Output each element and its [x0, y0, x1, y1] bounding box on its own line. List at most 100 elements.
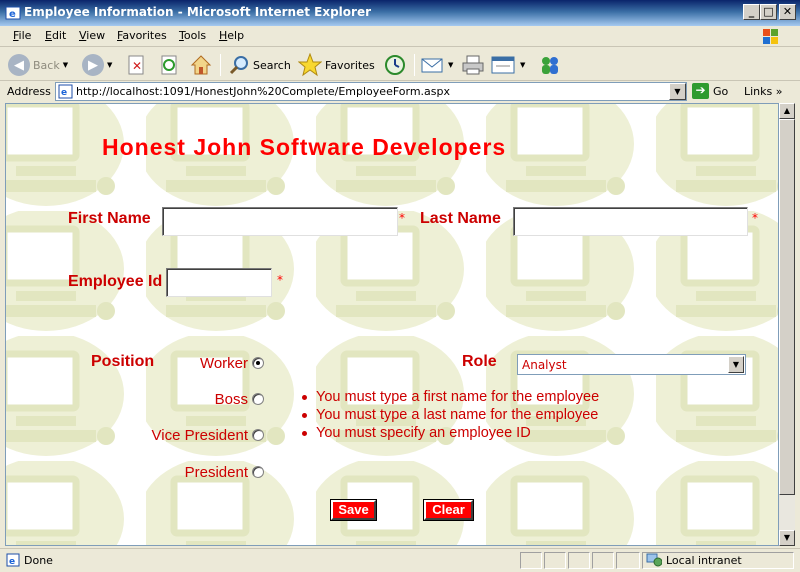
search-button[interactable]: Search — [228, 52, 291, 78]
position-option-president[interactable]: President — [156, 464, 248, 481]
svg-text:e: e — [9, 9, 16, 20]
position-option-boss[interactable]: Boss — [156, 391, 248, 408]
position-label: Position — [91, 353, 155, 370]
role-label: Role — [462, 353, 497, 370]
page-icon: e — [58, 84, 73, 99]
scroll-thumb[interactable] — [779, 119, 795, 495]
favorites-button[interactable]: Favorites — [298, 52, 375, 78]
address-dropdown-button[interactable]: ▼ — [669, 83, 686, 100]
maximize-button[interactable]: □ — [760, 4, 777, 20]
intranet-zone-icon — [646, 553, 662, 567]
back-arrow-icon: ◀ — [8, 54, 30, 76]
scroll-down-button[interactable]: ▼ — [779, 530, 795, 546]
validation-error: You must type a last name for the employ… — [299, 406, 599, 424]
menu-favorites[interactable]: Favorites — [117, 29, 167, 42]
toolbar-separator — [220, 54, 221, 76]
status-panel — [568, 552, 590, 569]
print-button[interactable] — [461, 52, 485, 78]
messenger-icon — [542, 57, 558, 74]
validation-error: You must type a first name for the emplo… — [299, 388, 599, 406]
printer-icon — [462, 55, 484, 75]
svg-text:e: e — [9, 557, 15, 567]
mail-icon — [421, 58, 443, 73]
role-select[interactable]: Analyst ▼ — [517, 354, 746, 375]
edit-button[interactable]: ▼ — [491, 52, 525, 78]
go-arrow-icon: ➔ — [692, 83, 709, 99]
history-icon — [385, 55, 405, 75]
zone-label: Local intranet — [666, 554, 742, 567]
search-icon — [229, 56, 248, 75]
status-bar: e Done Local intranet — [0, 548, 800, 572]
links-button[interactable]: Links » — [744, 85, 783, 98]
position-radio-vice-president[interactable] — [252, 429, 264, 441]
validation-error: You must specify an employee ID — [299, 424, 599, 442]
position-radio-president[interactable] — [252, 466, 264, 478]
history-button[interactable] — [384, 52, 406, 78]
employee-id-field[interactable] — [166, 268, 272, 297]
refresh-icon — [161, 55, 177, 75]
refresh-button[interactable] — [160, 52, 180, 78]
clear-button[interactable]: Clear — [423, 499, 474, 521]
mail-button[interactable]: ▼ — [421, 52, 453, 78]
status-panel — [616, 552, 640, 569]
position-radio-worker[interactable] — [252, 357, 264, 369]
toolbar-separator — [414, 54, 415, 76]
forward-arrow-icon: ▶ — [82, 54, 104, 76]
back-button[interactable]: ◀ Back ▼ — [8, 52, 68, 78]
address-label: Address — [7, 85, 51, 98]
svg-text:e: e — [61, 88, 67, 98]
address-input[interactable]: e http://localhost:1091/HonestJohn%20Com… — [55, 82, 687, 101]
chevron-down-icon: ▼ — [107, 61, 113, 69]
close-button[interactable]: ✕ — [779, 4, 796, 20]
address-bar: Address e http://localhost:1091/HonestJo… — [0, 81, 800, 103]
messenger-button[interactable] — [538, 52, 562, 78]
go-button[interactable]: ➔ Go — [692, 83, 728, 99]
first-name-label: First Name — [68, 210, 151, 227]
page-title: Honest John Software Developers — [102, 134, 507, 160]
validation-summary: You must type a first name for the emplo… — [299, 388, 599, 442]
window-title: Employee Information - Microsoft Interne… — [24, 5, 371, 19]
status-panel — [592, 552, 614, 569]
chevron-down-icon[interactable]: ▼ — [728, 356, 744, 373]
svg-text:✕: ✕ — [132, 59, 142, 73]
first-name-field[interactable] — [162, 207, 398, 236]
search-label: Search — [253, 58, 291, 72]
position-option-worker[interactable]: Worker — [156, 355, 248, 372]
position-radio-boss[interactable] — [252, 393, 264, 405]
toolbar: ◀ Back ▼ ▶ ▼ ✕ Search Favorites ▼ ▼ — [0, 48, 800, 81]
last-name-label: Last Name — [420, 210, 501, 227]
role-select-value: Analyst — [522, 358, 567, 372]
page-viewport: Honest John Software Developers First Na… — [5, 103, 779, 546]
background-pattern — [6, 104, 778, 545]
home-icon — [190, 55, 212, 75]
menu-help[interactable]: Help — [219, 29, 244, 42]
stop-icon: ✕ — [128, 55, 144, 75]
last-name-field[interactable] — [513, 207, 748, 236]
vertical-scrollbar[interactable]: ▲ ▼ — [779, 103, 795, 546]
go-label: Go — [713, 84, 729, 98]
save-button[interactable]: Save — [330, 499, 377, 521]
ie-icon: e — [5, 6, 21, 20]
star-icon — [298, 53, 322, 77]
position-option-vice-president[interactable]: Vice President — [126, 427, 248, 444]
favorites-label: Favorites — [325, 58, 375, 72]
edit-page-icon — [491, 56, 515, 74]
menu-file[interactable]: File — [13, 29, 31, 42]
menu-view[interactable]: View — [79, 29, 105, 42]
scroll-up-button[interactable]: ▲ — [779, 103, 795, 119]
address-url: http://localhost:1091/HonestJohn%20Compl… — [76, 85, 450, 98]
chevron-down-icon: ▼ — [448, 61, 454, 69]
employee-id-label: Employee Id — [68, 273, 163, 290]
status-panel — [544, 552, 566, 569]
last-name-required-marker: * — [752, 211, 758, 225]
chevron-down-icon: ▼ — [62, 61, 69, 69]
first-name-required-marker: * — [399, 211, 405, 225]
stop-button[interactable]: ✕ — [127, 52, 147, 78]
windows-logo-icon — [763, 29, 778, 44]
menu-bar: File Edit View Favorites Tools Help — [0, 26, 800, 47]
menu-tools[interactable]: Tools — [179, 29, 206, 42]
menu-edit[interactable]: Edit — [45, 29, 66, 42]
home-button[interactable] — [190, 52, 212, 78]
forward-button[interactable]: ▶ ▼ — [82, 52, 112, 78]
minimize-button[interactable]: _ — [743, 4, 760, 20]
